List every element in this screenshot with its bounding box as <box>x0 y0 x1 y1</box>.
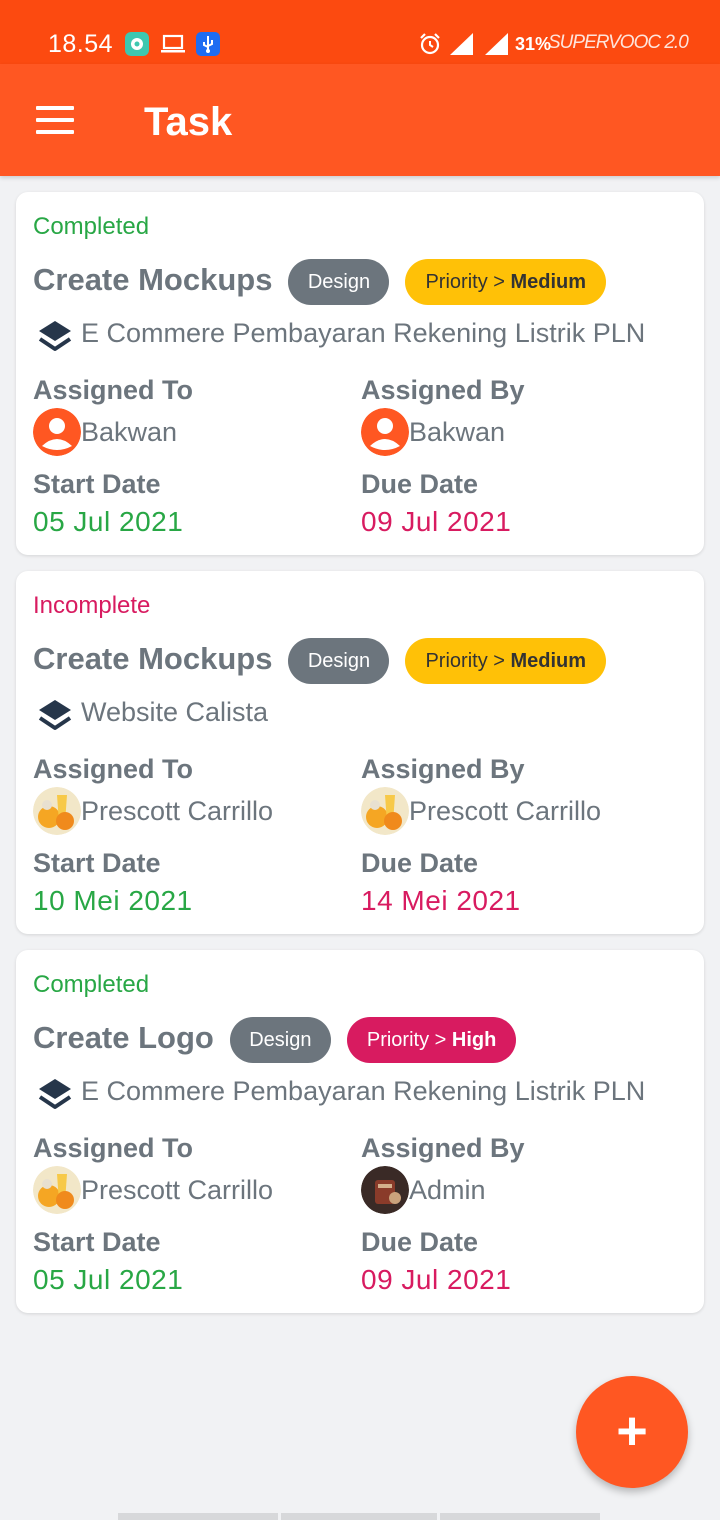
charging-brand: SUPERVOOC 2.0 <box>548 32 689 53</box>
avatar <box>361 408 409 456</box>
due-date: 14 Mei 2021 <box>361 885 521 916</box>
priority-value: Medium <box>510 650 587 672</box>
assigned-to-label: Assigned To <box>33 754 194 784</box>
start-date: 05 Jul 2021 <box>33 506 184 537</box>
signal-icon <box>485 33 509 60</box>
assigned-by-label: Assigned By <box>361 375 525 405</box>
assigned-by-label: Assigned By <box>361 754 525 784</box>
assignee: Prescott Carrillo <box>33 1166 273 1214</box>
page-title: Task <box>144 100 233 144</box>
layers-icon <box>36 318 74 356</box>
priority-prefix: Priority > <box>366 1029 452 1051</box>
project-name: E Commere Pembayaran Rekening Listrik PL… <box>81 318 646 348</box>
avatar <box>33 408 81 456</box>
add-task-button[interactable]: + <box>576 1376 688 1488</box>
start-date: 10 Mei 2021 <box>33 885 193 916</box>
project-name: E Commere Pembayaran Rekening Listrik PL… <box>81 1076 646 1106</box>
alarm-icon <box>418 32 442 61</box>
assigner-name: Admin <box>409 1174 486 1205</box>
task-card[interactable]: Completed Create Mockups Design Priority… <box>16 192 704 555</box>
assigner: Prescott Carrillo <box>361 787 601 835</box>
task-title: Create Mockups <box>33 262 273 297</box>
task-status: Completed <box>33 971 150 998</box>
task-title: Create Mockups <box>33 641 273 676</box>
assignee: Prescott Carrillo <box>33 787 273 835</box>
messenger-icon <box>124 31 150 62</box>
priority-value: High <box>451 1029 497 1051</box>
usb-icon <box>195 31 221 62</box>
start-date-label: Start Date <box>33 1227 161 1257</box>
assignee: Bakwan <box>33 408 177 456</box>
status-bar: 18.54 31% SUPERVOOC 2.0 <box>0 0 720 64</box>
avatar <box>33 787 81 835</box>
assigner-name: Bakwan <box>409 416 506 447</box>
category-badge: Design <box>288 259 390 305</box>
task-card[interactable]: Completed Create Logo Design Priority > … <box>16 950 704 1313</box>
due-date-label: Due Date <box>361 848 479 878</box>
assigner-name: Prescott Carrillo <box>409 795 602 826</box>
nav-indicator <box>281 1513 437 1520</box>
due-date: 09 Jul 2021 <box>361 1264 512 1295</box>
assigner: Bakwan <box>361 408 505 456</box>
category-badge: Design <box>229 1017 331 1063</box>
task-status: Incomplete <box>33 592 151 619</box>
avatar <box>361 787 409 835</box>
nav-indicator <box>118 1513 278 1520</box>
task-status: Completed <box>33 213 150 240</box>
layers-icon <box>36 1076 74 1114</box>
assigned-to-label: Assigned To <box>33 375 194 405</box>
category-badge: Design <box>288 638 390 684</box>
priority-badge: Priority > Medium <box>405 259 607 305</box>
hamburger-menu-icon[interactable] <box>36 106 76 134</box>
assigned-by-label: Assigned By <box>361 1133 525 1163</box>
due-date-label: Due Date <box>361 1227 479 1257</box>
start-date-label: Start Date <box>33 469 161 499</box>
assignee-name: Prescott Carrillo <box>81 1174 274 1205</box>
priority-prefix: Priority > <box>425 271 511 293</box>
due-date-label: Due Date <box>361 469 479 499</box>
priority-prefix: Priority > <box>425 650 511 672</box>
layers-icon <box>36 697 74 735</box>
signal-icon <box>450 33 474 60</box>
status-time: 18.54 <box>48 30 114 58</box>
project-name: Website Calista <box>81 697 269 727</box>
battery-percent: 31% <box>515 34 552 54</box>
task-card[interactable]: Incomplete Create Mockups Design Priorit… <box>16 571 704 934</box>
start-date: 05 Jul 2021 <box>33 1264 184 1295</box>
assignee-name: Prescott Carrillo <box>81 795 274 826</box>
priority-badge: Priority > Medium <box>405 638 607 684</box>
app-bar: Task <box>0 64 720 176</box>
assignee-name: Bakwan <box>81 416 178 447</box>
start-date-label: Start Date <box>33 848 161 878</box>
nav-indicator <box>440 1513 600 1520</box>
laptop-icon <box>160 33 186 60</box>
task-title: Create Logo <box>33 1020 214 1055</box>
priority-value: Medium <box>510 271 587 293</box>
due-date: 09 Jul 2021 <box>361 506 512 537</box>
assigner: Admin <box>361 1166 486 1214</box>
avatar <box>33 1166 81 1214</box>
priority-badge: Priority > High <box>346 1017 517 1063</box>
assigned-to-label: Assigned To <box>33 1133 194 1163</box>
avatar <box>361 1166 409 1214</box>
